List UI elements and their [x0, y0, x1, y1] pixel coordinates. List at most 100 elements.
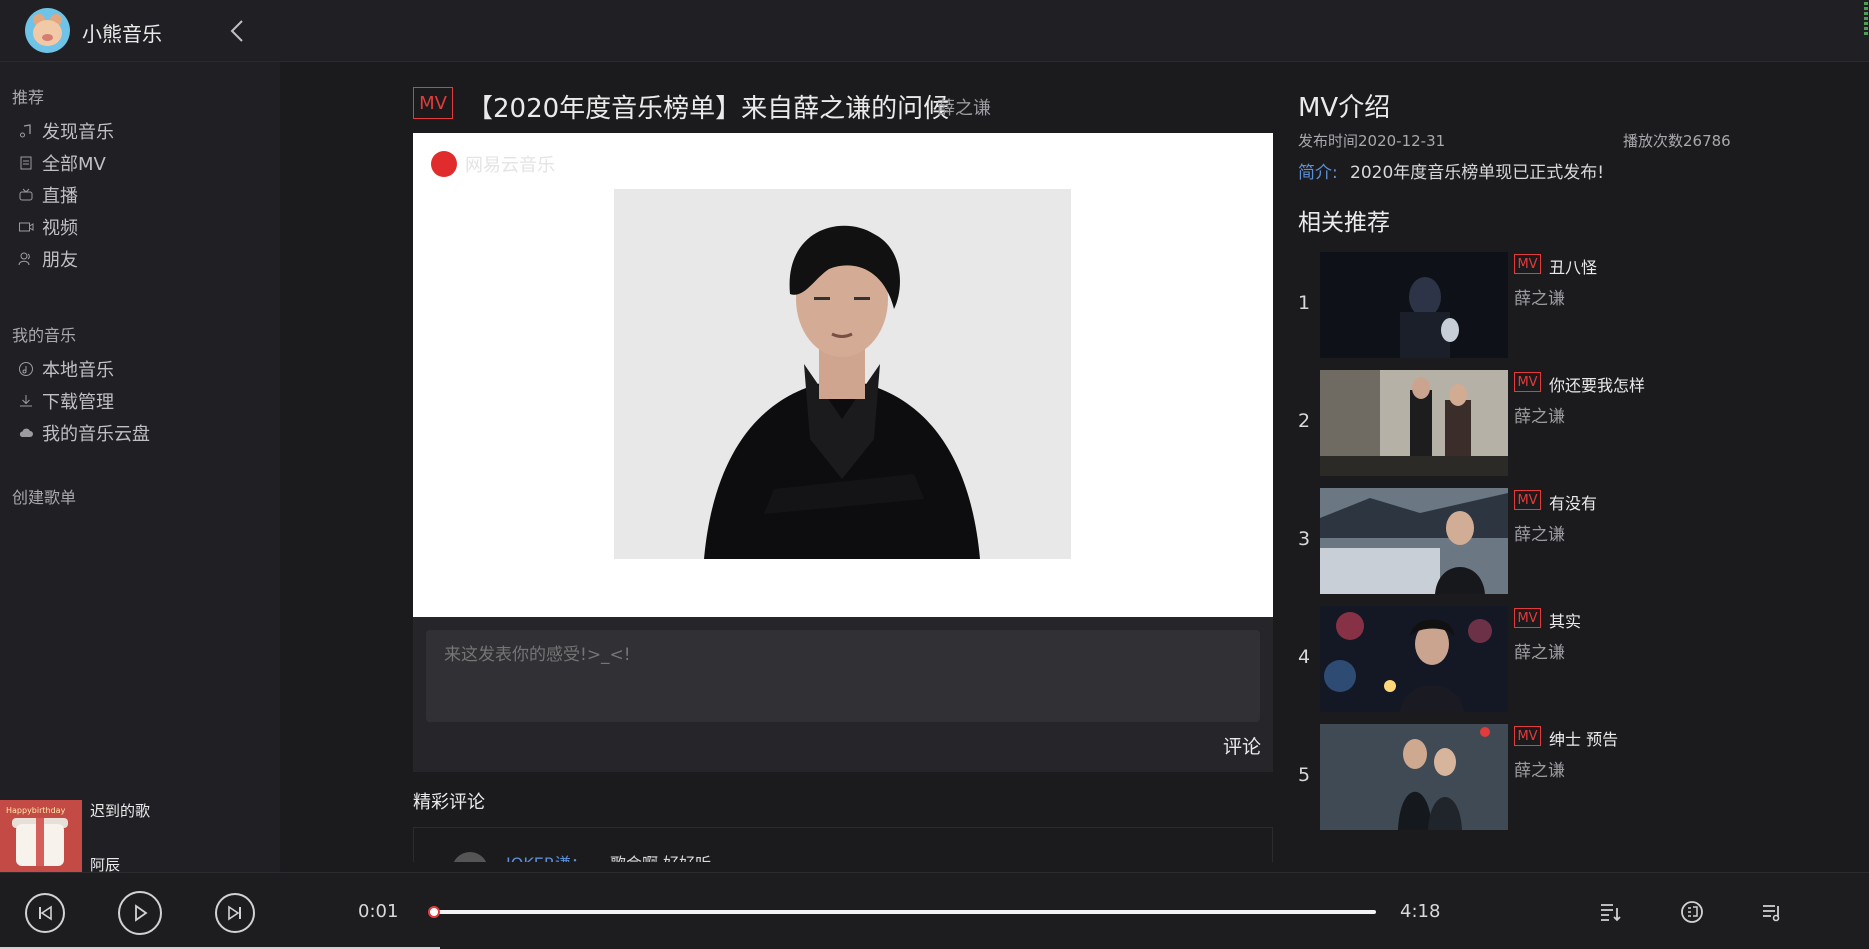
related-artist[interactable]: 薛之谦: [1514, 638, 1565, 663]
sidebar-item-label: 本地音乐: [42, 360, 114, 381]
sidebar-item-label: 我的音乐云盘: [42, 424, 150, 445]
related-item[interactable]: 4 MV 其实 薛之谦: [1298, 606, 1718, 712]
related-name[interactable]: 有没有: [1549, 490, 1597, 514]
lyrics-icon[interactable]: [1680, 900, 1704, 924]
mv-badge: MV: [1514, 372, 1541, 392]
related-title: 相关推荐: [1298, 210, 1390, 236]
app-title: 小熊音乐: [82, 22, 162, 46]
description-label: 简介:: [1298, 163, 1338, 183]
sidebar-item-video[interactable]: 视频: [18, 212, 78, 242]
sidebar-item-all-mv[interactable]: 全部MV: [18, 148, 106, 178]
related-index: 3: [1298, 528, 1311, 550]
watermark-text: 网易云音乐: [465, 155, 555, 176]
friends-icon: [18, 252, 30, 266]
mv-artist[interactable]: 薛之谦: [937, 94, 991, 120]
current-time: 0:01: [358, 901, 399, 922]
avatar[interactable]: [452, 852, 488, 862]
sidebar-item-downloads[interactable]: 下载管理: [18, 386, 114, 416]
sidebar-item-cloud-disk[interactable]: 我的音乐云盘: [18, 418, 150, 448]
level-meter: [1863, 0, 1869, 62]
related-thumbnail[interactable]: [1320, 370, 1508, 476]
related-index: 1: [1298, 292, 1311, 314]
description-text: 2020年度音乐榜单现已正式发布!: [1350, 163, 1605, 183]
comment-box: 评论: [413, 617, 1273, 772]
publish-date: 发布时间2020-12-31: [1298, 132, 1446, 150]
related-thumbnail[interactable]: [1320, 724, 1508, 830]
play-icon: [135, 904, 148, 922]
back-arrow-icon[interactable]: [226, 16, 248, 46]
now-playing-song: 迟到的歌: [90, 802, 151, 820]
previous-track-button[interactable]: [25, 893, 65, 933]
comment-submit-button[interactable]: 评论: [1223, 732, 1261, 759]
related-index: 4: [1298, 646, 1311, 668]
sidebar-item-discover[interactable]: 发现音乐: [18, 116, 114, 146]
now-playing[interactable]: Happybirthday 迟到的歌 阿辰: [0, 800, 280, 874]
related-artist[interactable]: 薛之谦: [1514, 284, 1565, 309]
sidebar: 推荐 发现音乐 全部MV 直播 视频 朋友 我的音乐 本地音乐 下载管理 我的音…: [0, 62, 280, 872]
related-name[interactable]: 绅士 预告: [1549, 726, 1618, 750]
document-icon: [20, 156, 32, 170]
video-camera-icon: [19, 222, 34, 232]
sidebar-section-create-playlist[interactable]: 创建歌单: [12, 484, 76, 508]
total-time: 4:18: [1400, 901, 1441, 922]
now-playing-cover[interactable]: Happybirthday: [0, 800, 82, 874]
skip-forward-icon: [228, 905, 241, 921]
progress-knob[interactable]: [427, 906, 440, 918]
related-name[interactable]: 你还要我怎样: [1549, 372, 1645, 396]
comment-text: 歌会啊 好好听: [610, 850, 711, 862]
related-item[interactable]: 2 MV 你还要我怎样 薛之谦: [1298, 370, 1718, 476]
sidebar-section-my-music: 我的音乐: [12, 326, 77, 345]
mv-badge: MV: [1514, 490, 1541, 510]
download-icon: [20, 395, 32, 407]
related-item[interactable]: 3 MV 有没有 薛之谦: [1298, 488, 1718, 594]
related-index: 5: [1298, 764, 1311, 786]
playback-bar: 0:01 4:18: [0, 872, 1869, 949]
related-item[interactable]: 1 MV 丑八怪 薛之谦: [1298, 252, 1718, 358]
comment-user[interactable]: JOKER谦：: [506, 850, 587, 862]
video-player[interactable]: 网易云音乐: [413, 133, 1273, 617]
mv-badge: MV: [1514, 254, 1541, 274]
mv-title: 【2020年度音乐榜单】来自薛之谦的问候: [467, 94, 950, 124]
mv-intro-title: MV介绍: [1298, 93, 1391, 123]
video-frame: [614, 189, 1071, 559]
netease-logo-icon: [431, 151, 457, 177]
comment-item: JOKER谦： 歌会啊 好好听: [413, 827, 1273, 862]
tv-icon: [19, 188, 33, 201]
sidebar-item-label: 直播: [42, 186, 78, 207]
sidebar-item-local-music[interactable]: 本地音乐: [18, 354, 114, 384]
cloud-icon: [19, 428, 33, 437]
sidebar-item-friends[interactable]: 朋友: [18, 244, 78, 274]
play-count: 播放次数26786: [1623, 132, 1731, 150]
related-thumbnail[interactable]: [1320, 488, 1508, 594]
top-bar: 小熊音乐: [0, 0, 1869, 62]
skip-back-icon: [39, 905, 52, 921]
app-root: 小熊音乐 推荐 发现音乐 全部MV 直播 视频 朋友 我的音乐 本地音乐 下载管…: [0, 0, 1869, 949]
progress-slider[interactable]: [427, 906, 1376, 918]
related-item[interactable]: 5 MV 绅士 预告 薛之谦: [1298, 724, 1718, 830]
related-name[interactable]: 丑八怪: [1549, 254, 1597, 278]
app-logo: [25, 8, 70, 53]
sidebar-item-live[interactable]: 直播: [18, 180, 78, 210]
related-thumbnail[interactable]: [1320, 606, 1508, 712]
hot-comments-title: 精彩评论: [413, 792, 485, 813]
related-index: 2: [1298, 410, 1311, 432]
music-note-icon: [20, 124, 31, 138]
playlist-sort-icon[interactable]: [1598, 900, 1622, 924]
playlist-icon[interactable]: [1760, 900, 1784, 924]
related-artist[interactable]: 薛之谦: [1514, 520, 1565, 545]
related-thumbnail[interactable]: [1320, 252, 1508, 358]
play-button[interactable]: [118, 891, 162, 935]
next-track-button[interactable]: [215, 893, 255, 933]
mv-badge: MV: [1514, 608, 1541, 628]
related-artist[interactable]: 薛之谦: [1514, 756, 1565, 781]
related-name[interactable]: 其实: [1549, 608, 1581, 632]
sidebar-item-label: 下载管理: [42, 392, 114, 413]
mv-badge: MV: [1514, 726, 1541, 746]
sidebar-item-label: 发现音乐: [42, 122, 114, 143]
sidebar-item-label: 视频: [42, 218, 78, 239]
comment-input[interactable]: [426, 630, 1260, 722]
related-artist[interactable]: 薛之谦: [1514, 402, 1565, 427]
sidebar-section-recommend: 推荐: [12, 88, 45, 107]
sidebar-item-label: 朋友: [42, 250, 78, 271]
mv-badge: MV: [413, 87, 453, 119]
